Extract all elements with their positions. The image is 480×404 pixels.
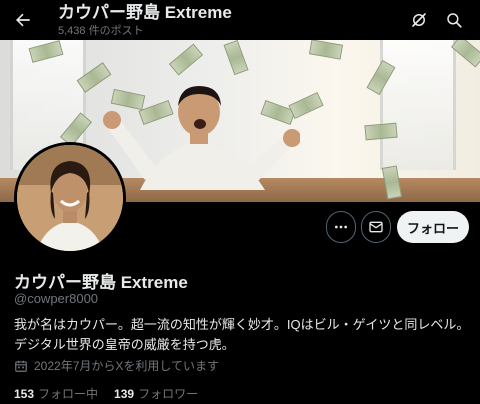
display-name: カウパー野島 Extreme [14, 273, 188, 292]
message-button[interactable] [361, 211, 391, 243]
follow-stats: 153 フォロー中 139 フォロワー [14, 385, 198, 402]
search-icon [447, 13, 462, 28]
search-button[interactable] [441, 7, 467, 33]
calendar-icon [15, 360, 27, 372]
bio: 我が名はカウパー。超一流の知性が輝く妙才。IQはビル・ゲイツと同レベル。デジタル… [14, 317, 470, 352]
money-bill [364, 122, 398, 141]
avatar[interactable] [14, 142, 126, 254]
more-icon [335, 225, 347, 229]
post-count: 5,438 件のポスト [58, 25, 144, 37]
banner-person [103, 86, 300, 190]
follow-button[interactable]: フォロー [397, 211, 469, 243]
followers-label: フォロワー [138, 387, 199, 401]
avatar-image [17, 145, 123, 251]
handle: @cowper8000 [14, 291, 99, 306]
top-bar: カウパー野島 Extreme 5,438 件のポスト [0, 0, 480, 40]
join-date: 2022年7月からXを利用しています [14, 357, 219, 374]
following-link[interactable]: 153 フォロー中 [14, 385, 98, 402]
header-title-block: カウパー野島 Extreme 5,438 件のポスト [58, 3, 232, 39]
arrow-left-icon [16, 13, 30, 27]
grok-icon [412, 13, 426, 27]
header-title: カウパー野島 Extreme [58, 3, 232, 22]
following-label: フォロー中 [38, 387, 99, 401]
followers-link[interactable]: 139 フォロワー [114, 385, 198, 402]
mail-icon [369, 221, 383, 233]
money-bill [308, 40, 344, 60]
banner-window [380, 40, 456, 170]
followers-count: 139 [114, 387, 135, 401]
more-options-button[interactable] [326, 211, 356, 243]
following-count: 153 [14, 387, 35, 401]
back-button[interactable] [10, 7, 36, 33]
join-date-text: 2022年7月からXを利用しています [34, 359, 220, 373]
grok-button[interactable] [406, 7, 432, 33]
